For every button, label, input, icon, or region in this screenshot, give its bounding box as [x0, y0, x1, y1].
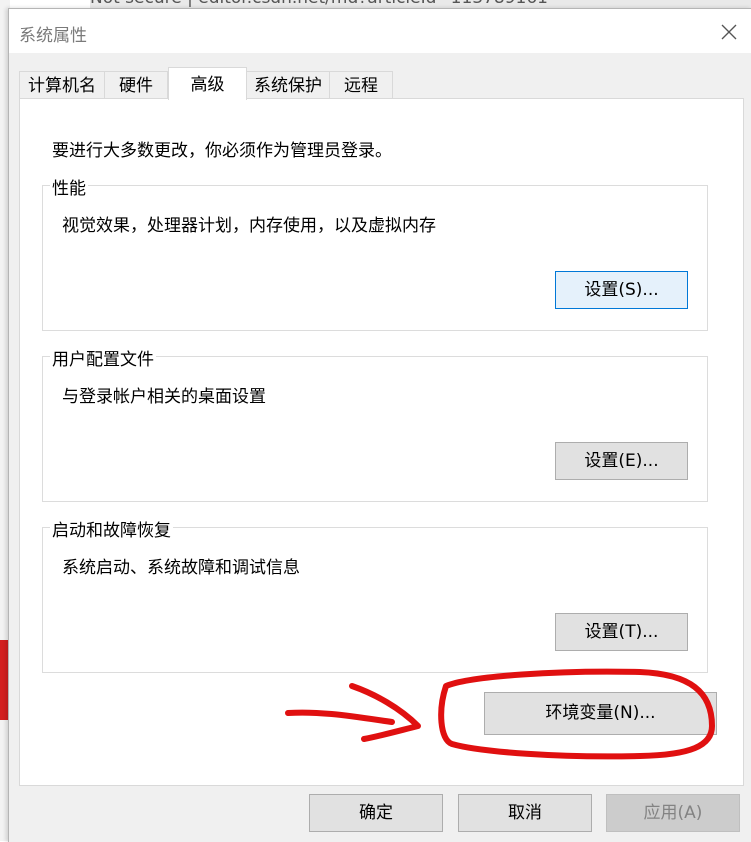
background-url-text: Not secure | editor.csdn.net/md?articleI…: [90, 0, 548, 8]
performance-group-title: 性能: [50, 174, 88, 199]
advanced-tab-panel: 要进行大多数更改，你必须作为管理员登录。 性能 视觉效果，处理器计划，内存使用，…: [19, 98, 744, 786]
tab-hardware[interactable]: 硬件: [104, 71, 168, 99]
close-icon: [721, 24, 737, 40]
system-properties-dialog: 系统属性 计算机名 硬件 高级 系统保护 远程 要进行大多数更改，你必须作为管理…: [8, 8, 751, 842]
environment-variables-button[interactable]: 环境变量(N)...: [484, 692, 717, 735]
tab-advanced[interactable]: 高级: [168, 67, 247, 100]
user-profiles-group: 用户配置文件 与登录帐户相关的桌面设置 设置(E)...: [42, 345, 708, 502]
performance-description: 视觉效果，处理器计划，内存使用，以及虚拟内存: [62, 216, 436, 236]
startup-recovery-group: 启动和故障恢复 系统启动、系统故障和调试信息 设置(T)...: [42, 516, 708, 673]
user-profiles-group-title: 用户配置文件: [50, 345, 156, 370]
performance-settings-button[interactable]: 设置(S)...: [555, 271, 688, 309]
startup-recovery-description: 系统启动、系统故障和调试信息: [62, 558, 300, 578]
tab-computer-name[interactable]: 计算机名: [19, 71, 105, 99]
tab-strip: 计算机名 硬件 高级 系统保护 远程: [19, 67, 751, 100]
admin-notice: 要进行大多数更改，你必须作为管理员登录。: [52, 141, 392, 161]
startup-recovery-group-title: 启动和故障恢复: [50, 516, 173, 541]
performance-group: 性能 视觉效果，处理器计划，内存使用，以及虚拟内存 设置(S)...: [42, 174, 708, 331]
user-profiles-settings-button[interactable]: 设置(E)...: [555, 442, 688, 480]
dialog-title: 系统属性: [19, 26, 87, 46]
user-profiles-description: 与登录帐户相关的桌面设置: [62, 387, 266, 407]
cancel-button[interactable]: 取消: [458, 794, 592, 832]
tab-remote[interactable]: 远程: [329, 71, 393, 99]
apply-button[interactable]: 应用(A): [606, 794, 740, 832]
ok-button[interactable]: 确定: [309, 794, 443, 832]
close-button[interactable]: [714, 17, 744, 47]
background-red-element: [0, 640, 8, 720]
title-bar: 系统属性: [9, 9, 751, 53]
tab-system-protection[interactable]: 系统保护: [246, 71, 330, 99]
startup-recovery-settings-button[interactable]: 设置(T)...: [555, 613, 688, 651]
